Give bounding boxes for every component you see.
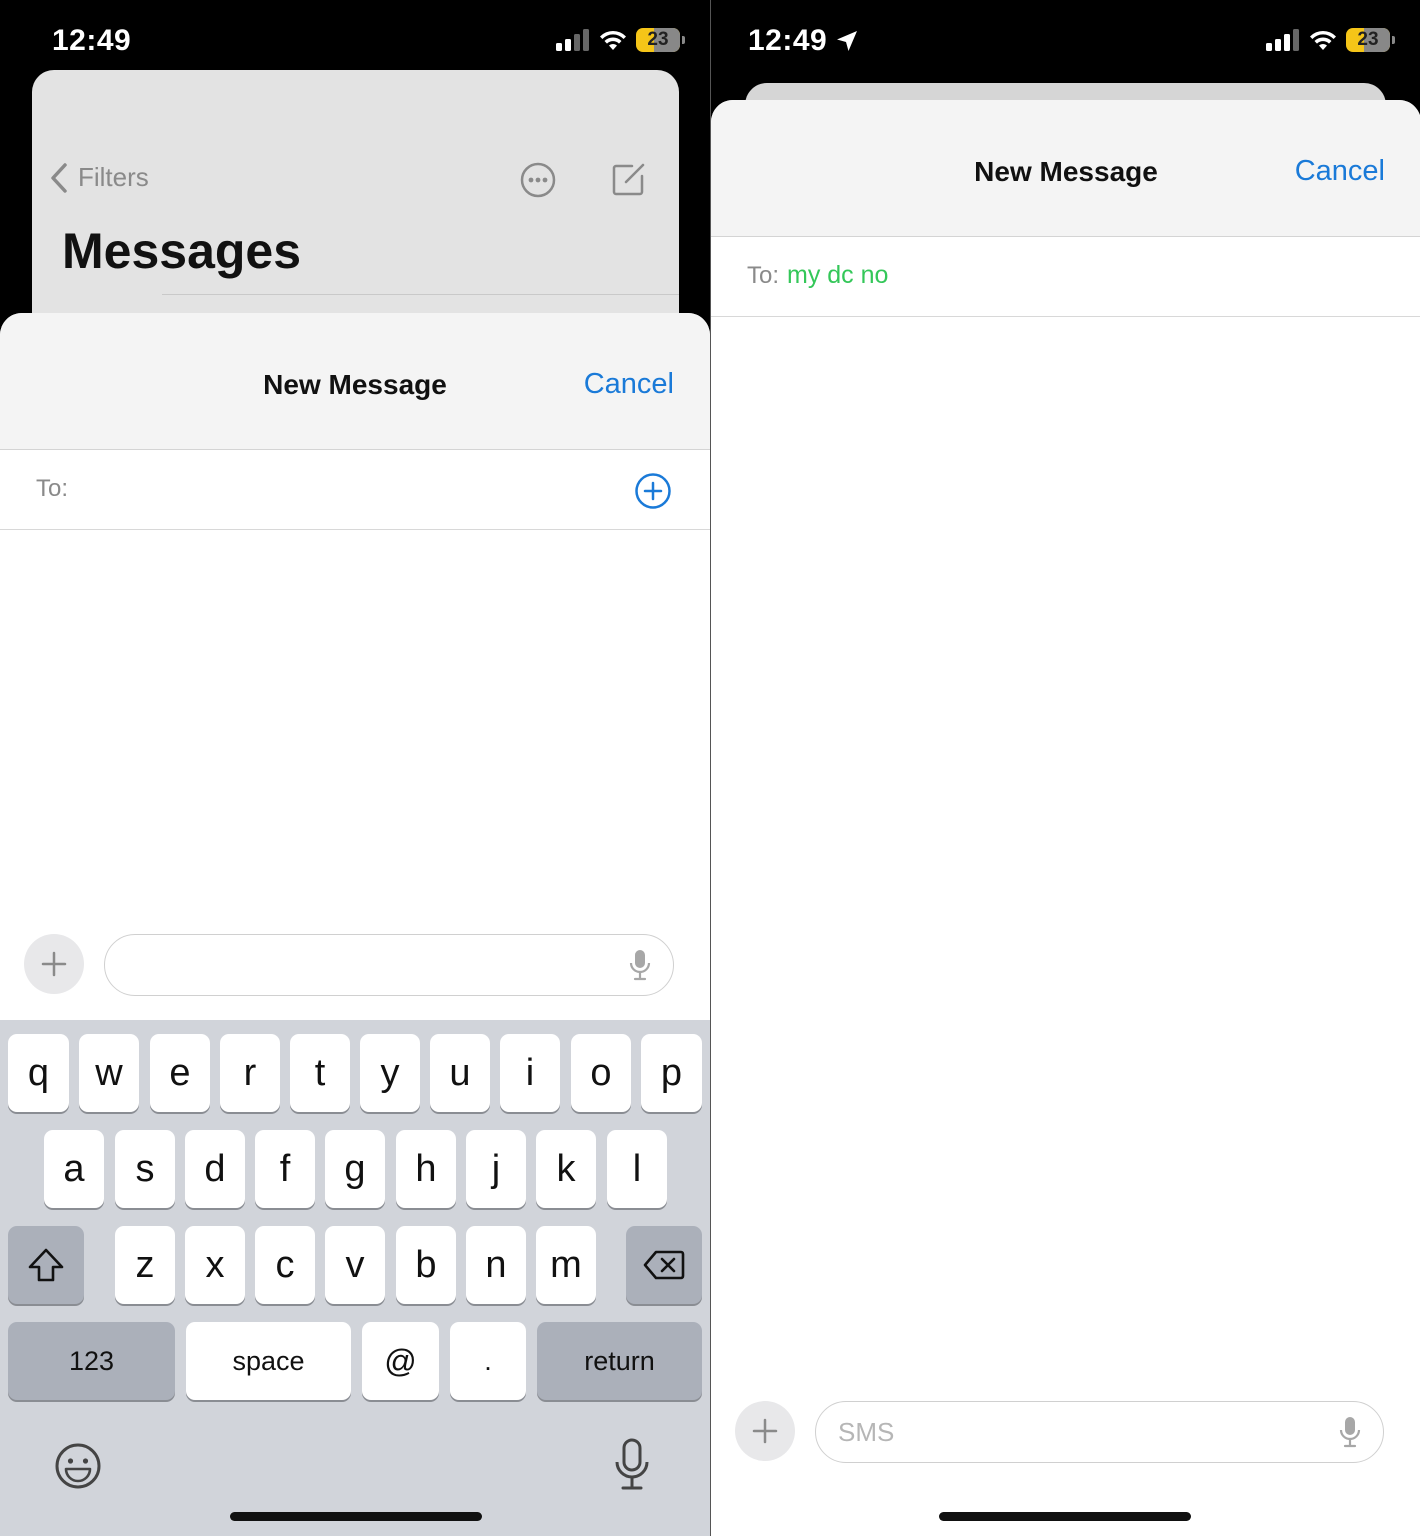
key-s[interactable]: s <box>115 1130 175 1208</box>
shift-key[interactable] <box>8 1226 84 1304</box>
battery-indicator: 23 <box>636 28 685 52</box>
more-options-icon[interactable] <box>520 162 556 198</box>
emoji-icon[interactable] <box>54 1442 102 1490</box>
backspace-icon <box>643 1250 685 1280</box>
status-icons: 23 <box>556 28 685 52</box>
right-phone-screen: 12:49 23 New Message Cancel To: my dc no… <box>710 0 1420 1536</box>
recipient-row[interactable]: To: my dc no <box>711 237 1420 317</box>
key-h[interactable]: h <box>396 1130 456 1208</box>
key-o[interactable]: o <box>571 1034 631 1112</box>
key-u[interactable]: u <box>430 1034 490 1112</box>
location-arrow-icon <box>837 31 858 51</box>
status-time: 12:49 <box>52 24 132 57</box>
shift-arrow-icon <box>28 1248 64 1282</box>
cellular-signal-icon <box>556 29 589 51</box>
add-contact-icon[interactable] <box>634 472 672 510</box>
sheet-header: New Message Cancel <box>0 313 710 450</box>
home-indicator <box>230 1512 482 1521</box>
attachments-button[interactable] <box>24 934 84 994</box>
key-n[interactable]: n <box>466 1226 526 1304</box>
key-k[interactable]: k <box>536 1130 596 1208</box>
key-x[interactable]: x <box>185 1226 245 1304</box>
message-placeholder: SMS <box>838 1417 895 1447</box>
keyboard: q w e r t y u i o p a s d f g h j k l z … <box>0 1020 710 1536</box>
at-key[interactable]: @ <box>362 1322 439 1400</box>
return-key[interactable]: return <box>537 1322 702 1400</box>
key-t[interactable]: t <box>290 1034 350 1112</box>
key-q[interactable]: q <box>8 1034 69 1112</box>
key-y[interactable]: y <box>360 1034 420 1112</box>
to-label: To: <box>36 475 69 502</box>
messages-title: Messages <box>62 223 302 279</box>
key-v[interactable]: v <box>325 1226 385 1304</box>
key-j[interactable]: j <box>466 1130 526 1208</box>
divider <box>162 294 679 295</box>
key-m[interactable]: m <box>536 1226 596 1304</box>
sheet-header: New Message Cancel <box>711 100 1420 237</box>
filters-back-button[interactable]: Filters <box>50 162 149 193</box>
key-r[interactable]: r <box>220 1034 280 1112</box>
period-key[interactable]: . <box>450 1322 526 1400</box>
key-w[interactable]: w <box>79 1034 139 1112</box>
to-label: To: <box>747 262 780 289</box>
wifi-icon <box>600 30 626 50</box>
numbers-key[interactable]: 123 <box>8 1322 175 1400</box>
status-time-group: 12:49 <box>748 24 859 58</box>
key-i[interactable]: i <box>500 1034 560 1112</box>
plus-icon <box>752 1418 778 1444</box>
battery-indicator: 23 <box>1346 28 1395 52</box>
message-input-row: SMS <box>711 1401 1420 1471</box>
attachments-button[interactable] <box>735 1401 795 1461</box>
key-l[interactable]: l <box>607 1130 667 1208</box>
key-a[interactable]: a <box>44 1130 104 1208</box>
status-bar: 12:49 23 <box>0 0 710 70</box>
key-p[interactable]: p <box>641 1034 702 1112</box>
keyboard-dictation-icon[interactable] <box>614 1438 650 1492</box>
key-b[interactable]: b <box>396 1226 456 1304</box>
new-message-sheet: New Message Cancel To: my dc no <box>711 100 1420 1536</box>
space-key[interactable]: space <box>186 1322 351 1400</box>
message-input[interactable] <box>104 934 674 996</box>
sms-message-input[interactable]: SMS <box>815 1401 1384 1463</box>
key-c[interactable]: c <box>255 1226 315 1304</box>
cancel-button[interactable]: Cancel <box>584 368 674 401</box>
key-g[interactable]: g <box>325 1130 385 1208</box>
key-f[interactable]: f <box>255 1130 315 1208</box>
dictation-mic-icon[interactable] <box>629 949 651 981</box>
key-z[interactable]: z <box>115 1226 175 1304</box>
plus-icon <box>41 951 67 977</box>
filters-label: Filters <box>78 162 149 192</box>
status-time: 12:49 <box>748 24 828 57</box>
recipient-row[interactable]: To: <box>0 450 710 530</box>
status-icons: 23 <box>1266 28 1395 52</box>
cancel-button[interactable]: Cancel <box>1295 155 1385 188</box>
compose-icon[interactable] <box>610 160 648 198</box>
status-bar: 12:49 23 <box>711 0 1420 70</box>
key-d[interactable]: d <box>185 1130 245 1208</box>
delete-key[interactable] <box>626 1226 702 1304</box>
chevron-left-icon <box>51 162 67 193</box>
key-e[interactable]: e <box>150 1034 210 1112</box>
message-input-row <box>0 934 710 1004</box>
wifi-icon <box>1310 30 1336 50</box>
recipient-token[interactable]: my dc no <box>787 261 888 290</box>
dictation-mic-icon[interactable] <box>1339 1416 1361 1448</box>
cellular-signal-icon <box>1266 29 1299 51</box>
home-indicator <box>939 1512 1191 1521</box>
left-phone-screen: 12:49 23 Filters Messages New Message Ca… <box>0 0 710 1536</box>
battery-level: 23 <box>647 29 669 50</box>
battery-level: 23 <box>1357 29 1379 50</box>
